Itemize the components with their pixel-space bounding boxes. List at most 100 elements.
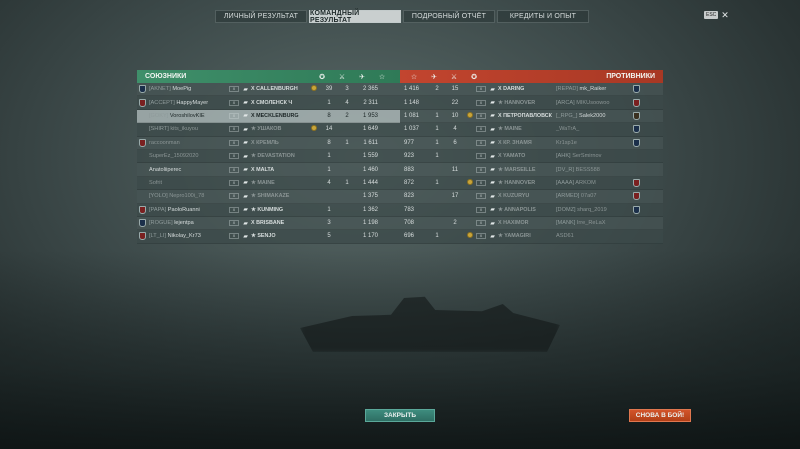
enemy-row[interactable]: 1 416 2 15 X ▰ X DARING [REPAD] mk_Raiker — [400, 83, 663, 97]
ship-name: ★ KUNMING — [251, 206, 284, 213]
clan-emblem-slot — [631, 219, 641, 228]
player-name[interactable]: _WaTrA_ — [553, 126, 631, 132]
tier-badge: X — [476, 233, 486, 240]
tab-team[interactable]: КОМАНДНЫЙ РЕЗУЛЬТАТ — [309, 10, 401, 24]
player-name[interactable]: raccoonman — [147, 140, 229, 146]
close-button[interactable]: ЗАКРЫТЬ — [365, 409, 435, 422]
clan-emblem-slot — [137, 205, 147, 214]
enemy-row[interactable]: 923 1 X ▰ X YAMATO [AHK] SerSmirnov — [400, 149, 663, 164]
tier-badge: X — [476, 99, 486, 106]
enemy-row[interactable]: 783 X ▰ ★ ANNAPOLIS [DOMZ] sharq_2019 — [400, 203, 663, 217]
ally-row[interactable]: [PAPA] PaoloRuanni X ▰ ★ KUNMING 1 1 362 — [137, 203, 400, 217]
ally-row[interactable]: [ROGUE] lejentpa X ▰ X BRISBANE 3 1 198 — [137, 216, 400, 231]
player-name[interactable]: [REPAD] mk_Raiker — [553, 86, 631, 92]
xp-value: 2 365 — [362, 86, 378, 93]
enemy-row[interactable]: 977 1 6 X ▰ X КР. ЗНАМЯ Kr1sp1e — [400, 136, 663, 150]
player-name[interactable]: [MANK] Irre_ReLaX — [553, 220, 631, 226]
tier-badge: X — [476, 220, 486, 227]
enemy-row[interactable]: 872 1 X ▰ ★ HANNOVER [AAAA] ARKOM — [400, 176, 663, 191]
battle-again-button[interactable]: СНОВА В БОЙ! — [629, 409, 691, 422]
tier-badge: X — [229, 179, 239, 186]
ally-row[interactable]: raccoonman X ▰ X КРЕМЛЬ 8 1 1 611 — [137, 136, 400, 150]
player-name[interactable]: [AAAA] ARKOM — [553, 180, 631, 186]
player-name[interactable]: ASD61 — [553, 233, 631, 239]
close-icon[interactable]: ✕ — [721, 11, 729, 20]
clan-tag: [PAPA] — [149, 206, 167, 213]
kills-value: 15 — [451, 86, 459, 93]
ally-row[interactable]: [ACCEPT] HappyMayer X ▰ X СМОЛЕНСК Ч142 311 — [137, 96, 400, 110]
ally-row[interactable]: SuperEz_15092020 X ▰ ★ DEVASTATION 1 1 559 — [137, 149, 400, 164]
player-name[interactable]: [SHIRT] kits_ikuyou — [147, 126, 229, 132]
ship-class-icon: ▰ — [490, 233, 495, 240]
player-name[interactable]: Anatoliiperec — [147, 167, 229, 173]
player-name[interactable]: [ARCA] MIKUsoowoo — [553, 100, 631, 106]
enemy-row[interactable]: 1 148 22 X ▰ ★ HANNOVER [ARCA] MIKUsoowoo — [400, 96, 663, 110]
player-name[interactable]: [ARMED] 07a07 — [553, 193, 631, 199]
player-name[interactable]: [LT_LI] Nikolay_Kr73 — [147, 233, 229, 239]
ship-class-icon: ▰ — [243, 220, 248, 227]
xp-value: 1 953 — [362, 112, 378, 119]
enemy-row[interactable]: 1 037 1 4 X ▰ ★ MAINE _WaTrA_ — [400, 123, 663, 137]
clan-emblem-slot — [631, 165, 641, 174]
esc-close[interactable]: ESC ✕ — [704, 11, 729, 20]
kills-value: 8 — [327, 112, 331, 119]
player-name[interactable]: [YOLO] Nepro100i_78 — [147, 193, 229, 199]
ally-row[interactable]: [AKNET] MoePig X ▰ X CALLENBURGH 39 3 2 365 — [137, 83, 400, 97]
ally-row[interactable]: [GOKY] VoroshilovKIE X ▰ X MECKLENBURG 8 2 1 9… — [137, 109, 400, 124]
xp-value: 1 649 — [362, 126, 378, 133]
medal-icon — [467, 178, 473, 185]
ally-row[interactable]: [LT_LI] Nikolay_Kr73 X ▰ ★ SENJŌ 5 1 170 — [137, 230, 400, 244]
ally-row[interactable]: Anatoliiperec X ▰ X MALTA 1 1 460 — [137, 163, 400, 177]
tab-personal[interactable]: ЛИЧНЫЙ РЕЗУЛЬТАТ — [215, 10, 307, 23]
plane-icon: ✈ — [359, 73, 365, 81]
ship-class-icon: ▰ — [243, 167, 248, 174]
tab-credits-xp[interactable]: КРЕДИТЫ И ОПЫТ — [497, 10, 589, 23]
ship-class-icon: ▰ — [490, 113, 495, 120]
player-name[interactable]: [DV_R] BESS588 — [553, 167, 631, 173]
ally-row[interactable]: [YOLO] Nepro100i_78 X ▰ ★ SHIMAKAZE 1 375 — [137, 190, 400, 204]
xp-value: 783 — [404, 206, 415, 213]
clan-emblem-slot — [631, 138, 641, 147]
player-name[interactable]: [ACCEPT] HappyMayer — [147, 100, 229, 106]
clan-tag: [_RPG_] — [556, 112, 578, 119]
ship-class-icon: ▰ — [243, 126, 248, 133]
player-name[interactable]: [PAPA] PaoloRuanni — [147, 207, 229, 213]
medal-icon: ✪ — [471, 73, 477, 81]
player-name[interactable]: [AKNET] MoePig — [147, 86, 229, 92]
ship-class-icon: ▰ — [490, 220, 495, 227]
enemy-row[interactable]: 708 2 X ▰ X HAXIMOR [MANK] Irre_ReLaX — [400, 216, 663, 231]
ship-name: ★ YAMAGIRI — [498, 233, 531, 240]
enemy-row[interactable]: 883 11 X ▰ ★ MARSEILLE [DV_R] BESS588 — [400, 163, 663, 177]
tab-detailed[interactable]: ПОДРОБНЫЙ ОТЧЁТ — [403, 10, 495, 23]
enemy-row[interactable]: 1 081 1 10 X ▰ X ПЕТРОПАВЛОВСК [_RPG_] Salek20… — [400, 109, 663, 124]
player-nick: Kr1sp1e — [556, 139, 577, 146]
medal-icon — [311, 125, 317, 132]
enemy-row[interactable]: 823 17 X ▰ X KUZURYŪ [ARMED] 07a07 — [400, 190, 663, 204]
clan-emblem-icon — [138, 98, 146, 107]
allies-header: СОЮЗНИКИ ✪ ⚔ ✈ ☆ — [137, 70, 400, 83]
ship-name: X KUZURYŪ — [498, 193, 530, 200]
crossed-swords-icon: ⚔ — [450, 73, 458, 81]
xp-value: 1 416 — [404, 86, 420, 93]
ally-row[interactable]: Sofrit X ▰ ★ MAINE 4 1 1 444 — [137, 176, 400, 191]
clan-emblem-icon — [632, 125, 640, 134]
player-name[interactable]: Sofrit — [147, 180, 229, 186]
medal-icon — [467, 111, 473, 118]
xp-value: 1 611 — [363, 139, 378, 146]
crossed-swords-icon: ⚔ — [338, 73, 346, 81]
xp-value: 872 — [404, 179, 415, 186]
allies-title: СОЮЗНИКИ — [145, 73, 187, 80]
clan-emblem-slot — [137, 85, 147, 94]
ally-row[interactable]: [SHIRT] kits_ikuyou X ▰ ★ УШАКОВ 14 1 649 — [137, 123, 400, 137]
clan-emblem-icon — [632, 138, 640, 147]
player-name[interactable]: Kr1sp1e — [553, 140, 631, 146]
player-name[interactable]: [ROGUE] lejentpa — [147, 220, 229, 226]
clan-emblem-slot — [137, 219, 147, 228]
player-name[interactable]: [GOKY] VoroshilovKIE — [147, 113, 229, 119]
player-name[interactable]: [_RPG_] Salek2000 — [553, 113, 631, 119]
player-name[interactable]: [AHK] SerSmirnov — [553, 153, 631, 159]
player-name[interactable]: SuperEz_15092020 — [147, 153, 229, 159]
clan-tag: [GOKY] — [149, 112, 169, 119]
enemy-row[interactable]: 696 1 X ▰ ★ YAMAGIRI ASD61 — [400, 230, 663, 244]
player-name[interactable]: [DOMZ] sharq_2019 — [553, 207, 631, 213]
